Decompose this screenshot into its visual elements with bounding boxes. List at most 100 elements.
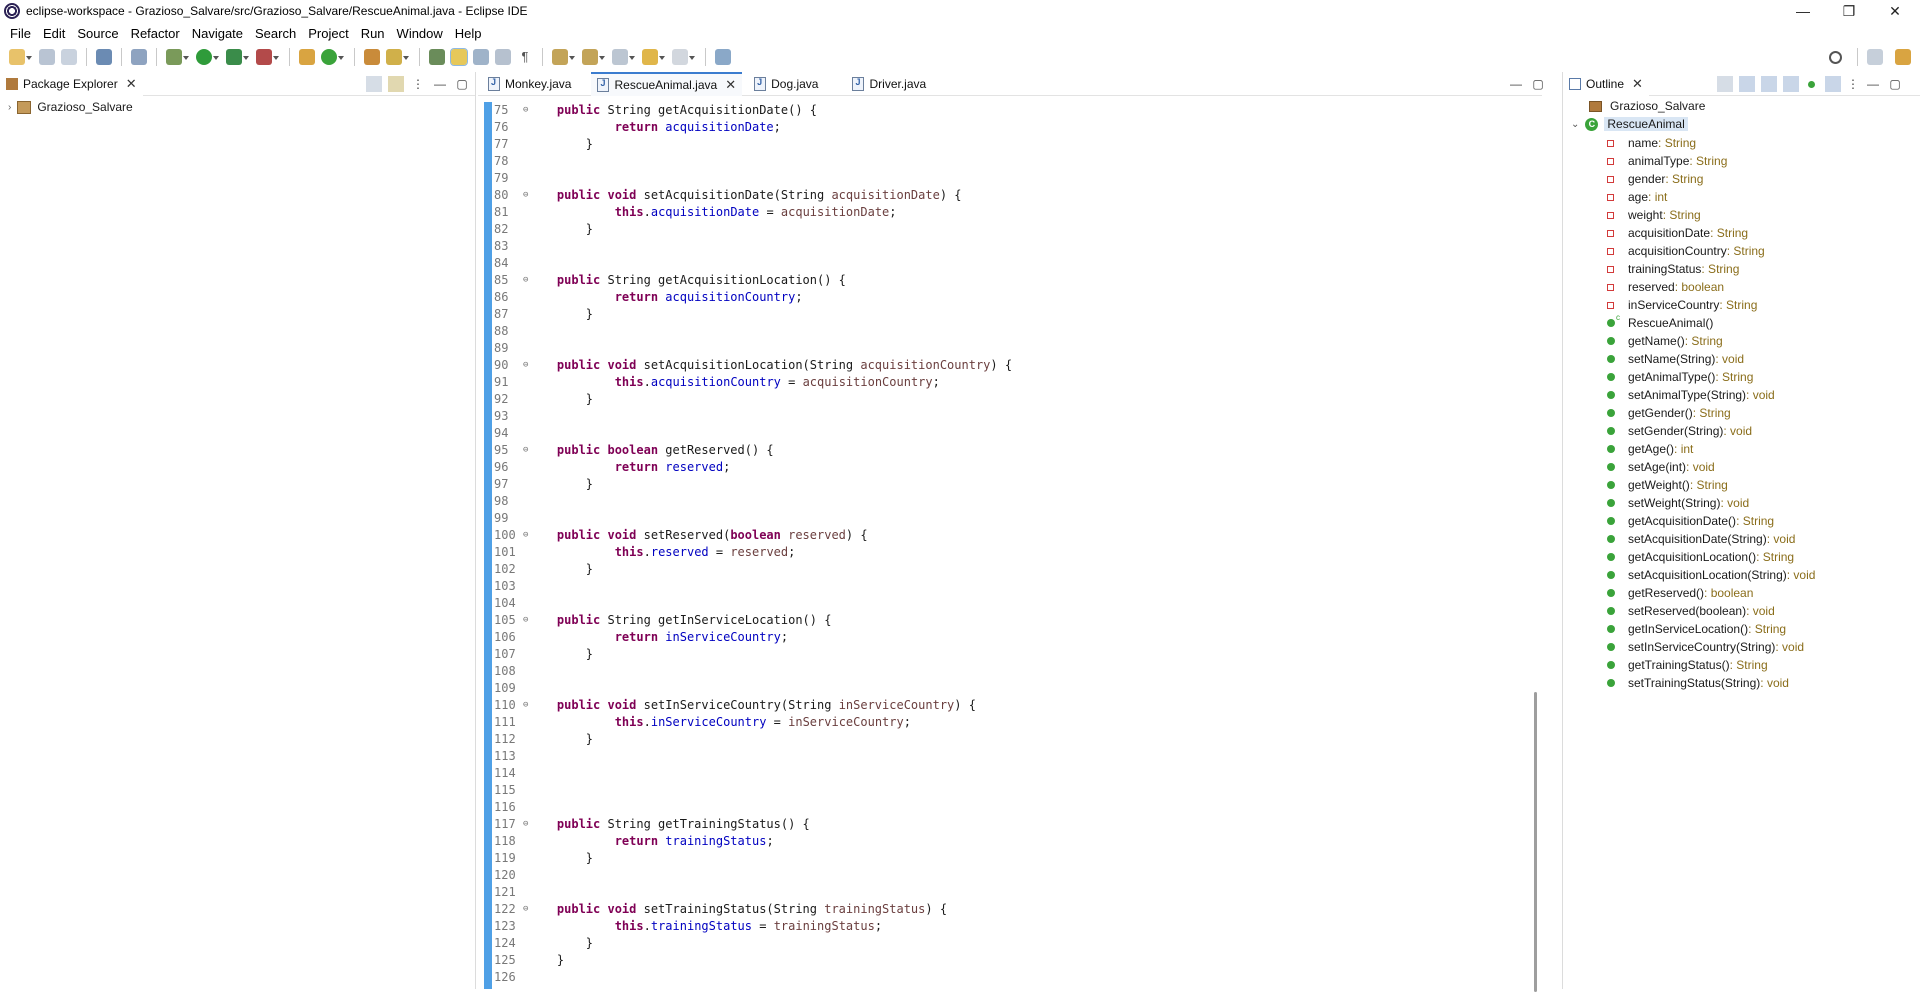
fold-toggle-icon[interactable]: ⊖ [523,187,528,204]
outline-member-method[interactable]: setName(String) : void [1607,350,1744,368]
code-line[interactable]: 77 } [492,136,593,153]
show-whitespace-icon[interactable]: ¶ [517,49,533,65]
outline-member-method[interactable]: getTrainingStatus() : String [1607,656,1768,674]
minimize-view-icon[interactable]: — [1865,76,1881,92]
outline-member-method[interactable]: setAnimalType(String) : void [1607,386,1775,404]
outline-member-method[interactable]: getAcquisitionDate() : String [1607,512,1774,530]
new-java-class-icon[interactable] [321,49,344,65]
code-line[interactable]: 79 [492,170,557,187]
code-line[interactable]: 98 [492,493,557,510]
outline-member-method[interactable]: getName() : String [1607,332,1723,350]
skip-breakpoints-icon[interactable] [131,49,147,65]
code-line[interactable]: 121 [492,884,557,901]
next-annotation-icon[interactable] [552,49,575,65]
fold-toggle-icon[interactable]: ⊖ [523,816,528,833]
code-line[interactable]: 126 [492,969,557,986]
menu-help[interactable]: Help [449,26,488,41]
fold-toggle-icon[interactable]: ⊖ [523,442,528,459]
view-menu-icon[interactable]: ⋮ [1845,76,1861,92]
tab-monkey-java[interactable]: Monkey.java [478,72,577,96]
code-line[interactable]: 87 } [492,306,593,323]
coverage-icon[interactable] [226,49,249,65]
code-line[interactable]: 117 ⊖ public String getTrainingStatus() { [492,816,810,833]
close-window-button[interactable]: ✕ [1872,0,1918,22]
code-line[interactable]: 86 return acquisitionCountry; [492,289,803,306]
maximize-view-icon[interactable]: ▢ [454,76,470,92]
open-perspective-icon[interactable] [1867,49,1883,65]
outline-member-method[interactable]: setAcquisitionDate(String) : void [1607,530,1795,548]
code-line[interactable]: 123 this.trainingStatus = trainingStatus… [492,918,882,935]
tab-package-explorer[interactable]: Package Explorer ✕ [0,71,143,96]
code-line[interactable]: 119 } [492,850,593,867]
code-line[interactable]: 88 [492,323,557,340]
outline-member-field[interactable]: acquisitionDate : String [1607,224,1748,242]
code-line[interactable]: 120 [492,867,557,884]
outline-member-method[interactable]: setGender(String) : void [1607,422,1752,440]
new-icon[interactable] [9,49,32,65]
outline-member-field[interactable]: inServiceCountry : String [1607,296,1757,314]
code-line[interactable]: 109 [492,680,557,697]
chevron-right-icon[interactable]: › [8,102,11,113]
code-line[interactable]: 101 this.reserved = reserved; [492,544,795,561]
minimize-view-icon[interactable]: — [1508,76,1524,92]
code-editor[interactable]: 75 ⊖ public String getAcquisitionDate() {… [484,102,1528,989]
run-icon[interactable] [196,49,219,65]
code-line[interactable]: 90 ⊖ public void setAcquisitionLocation(S… [492,357,1012,374]
outline-member-field[interactable]: weight : String [1607,206,1701,224]
search-tools-icon[interactable] [386,49,409,65]
outline-member-field[interactable]: acquisitionCountry : String [1607,242,1765,260]
hide-local-types-icon[interactable] [1825,76,1841,92]
sort-icon[interactable] [1739,76,1755,92]
previous-annotation-icon[interactable] [582,49,605,65]
code-line[interactable]: 75 ⊖ public String getAcquisitionDate() { [492,102,817,119]
outline-member-field[interactable]: animalType : String [1607,152,1727,170]
fold-toggle-icon[interactable]: ⊖ [523,272,528,289]
collapse-all-icon[interactable] [366,76,382,92]
code-line[interactable]: 115 [492,782,557,799]
fold-toggle-icon[interactable]: ⊖ [523,102,528,119]
outline-member-method[interactable]: setAcquisitionLocation(String) : void [1607,566,1815,584]
outline-member-field[interactable]: trainingStatus : String [1607,260,1739,278]
code-line[interactable]: 78 [492,153,557,170]
block-selection-icon[interactable] [473,49,489,65]
outline-member-method[interactable]: getAge() : int [1607,440,1693,458]
tab-outline[interactable]: Outline ✕ [1563,71,1649,96]
maximize-view-icon[interactable]: ▢ [1530,76,1546,92]
outline-member-method[interactable]: setAge(int) : void [1607,458,1715,476]
java-perspective-icon[interactable] [1895,49,1911,65]
scrollbar-thumb[interactable] [1534,692,1537,992]
code-line[interactable]: 99 [492,510,557,527]
last-edit-icon[interactable] [612,49,635,65]
code-line[interactable]: 114 [492,765,557,782]
hide-static-icon[interactable] [1783,76,1799,92]
menu-window[interactable]: Window [391,26,449,41]
fold-toggle-icon[interactable]: ⊖ [523,901,528,918]
tab-rescueanimal-java[interactable]: RescueAnimal.java ✕ [591,71,743,96]
outline-member-method[interactable]: setReserved(boolean) : void [1607,602,1775,620]
close-icon[interactable]: ✕ [126,76,137,92]
code-line[interactable]: 85 ⊖ public String getAcquisitionLocation… [492,272,846,289]
project-tree-item[interactable]: › Grazioso_Salvare [8,98,133,116]
outline-member-method[interactable]: setWeight(String) : void [1607,494,1749,512]
menu-file[interactable]: File [4,26,37,41]
code-line[interactable]: 122 ⊖ public void setTrainingStatus(Strin… [492,901,947,918]
fold-toggle-icon[interactable]: ⊖ [523,612,528,629]
code-line[interactable]: 104 [492,595,557,612]
code-line[interactable]: 94 [492,425,557,442]
menu-source[interactable]: Source [71,26,124,41]
back-icon[interactable] [642,49,665,65]
outline-member-method[interactable]: getAnimalType() : String [1607,368,1753,386]
menu-project[interactable]: Project [302,26,354,41]
menu-run[interactable]: Run [355,26,391,41]
code-line[interactable]: 92 } [492,391,593,408]
link-with-editor-icon[interactable] [388,76,404,92]
code-line[interactable]: 103 [492,578,557,595]
editor-scrollbar[interactable] [1532,102,1540,992]
outline-package-item[interactable]: Grazioso_Salvare [1589,97,1705,115]
close-icon[interactable]: ✕ [1632,76,1643,92]
menu-search[interactable]: Search [249,26,302,41]
code-line[interactable]: 97 } [492,476,593,493]
debug-icon[interactable] [166,49,189,65]
code-line[interactable]: 91 this.acquisitionCountry = acquisition… [492,374,940,391]
outline-member-field[interactable]: reserved : boolean [1607,278,1724,296]
